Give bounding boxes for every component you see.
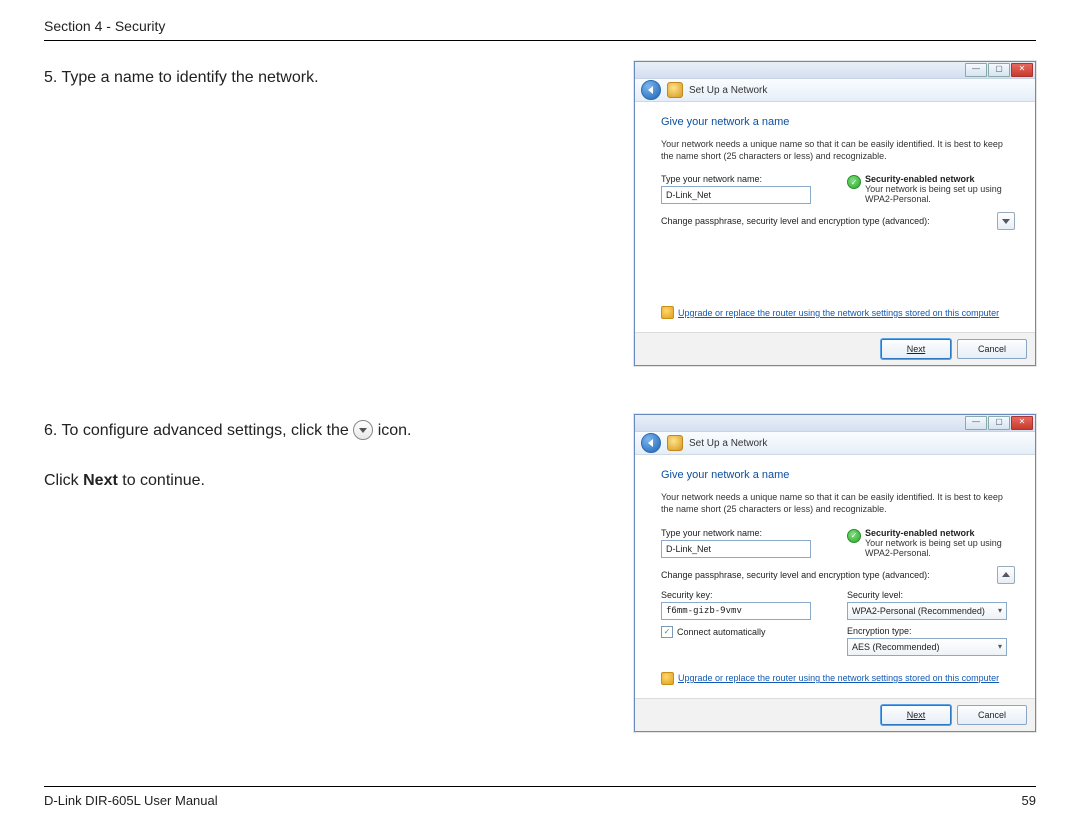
- advanced-label: Change passphrase, security level and en…: [661, 216, 930, 226]
- shield-icon: [847, 529, 861, 543]
- back-icon[interactable]: [641, 433, 661, 453]
- step6-click-text: Click Next to continue.: [44, 468, 614, 494]
- security-status-title: Security-enabled network: [865, 528, 1015, 538]
- minimize-button[interactable]: —: [965, 416, 987, 430]
- collapse-advanced-button[interactable]: [997, 566, 1015, 584]
- back-icon[interactable]: [641, 80, 661, 100]
- upgrade-link[interactable]: Upgrade or replace the router using the …: [661, 306, 999, 319]
- encryption-select[interactable]: AES (Recommended): [847, 638, 1007, 656]
- expand-advanced-button[interactable]: [997, 212, 1015, 230]
- security-level-label: Security level:: [847, 590, 1015, 600]
- upgrade-link-text: Upgrade or replace the router using the …: [678, 673, 999, 683]
- titlebar: — ▢ ✕: [635, 62, 1035, 79]
- dialog-heading: Give your network a name: [661, 469, 1015, 481]
- dialog-expanded: — ▢ ✕ Set Up a Network Give your network…: [634, 414, 1036, 731]
- name-label: Type your network name:: [661, 528, 829, 538]
- security-status-sub: Your network is being set up using WPA2-…: [865, 184, 1015, 204]
- advanced-label: Change passphrase, security level and en…: [661, 570, 930, 580]
- shield-icon: [847, 175, 861, 189]
- next-button[interactable]: Next: [881, 339, 951, 359]
- encryption-label: Encryption type:: [847, 626, 1015, 636]
- section-header: Section 4 - Security: [44, 18, 1036, 41]
- upgrade-link-text: Upgrade or replace the router using the …: [678, 308, 999, 318]
- connect-auto-label: Connect automatically: [677, 627, 766, 637]
- close-button[interactable]: ✕: [1011, 416, 1033, 430]
- close-button[interactable]: ✕: [1011, 63, 1033, 77]
- chevron-down-icon: [353, 420, 373, 440]
- security-status-sub: Your network is being set up using WPA2-…: [865, 538, 1015, 558]
- minimize-button[interactable]: —: [965, 63, 987, 77]
- dialog-desc: Your network needs a unique name so that…: [661, 138, 1015, 162]
- page-number: 59: [1022, 793, 1036, 808]
- router-icon: [667, 435, 683, 451]
- security-key-label: Security key:: [661, 590, 829, 600]
- network-name-input[interactable]: D-Link_Net: [661, 186, 811, 204]
- titlebar: — ▢ ✕: [635, 415, 1035, 432]
- router-icon: [667, 82, 683, 98]
- security-key-input[interactable]: f6mm-gizb-9vmv: [661, 602, 811, 620]
- step5-text: 5. Type a name to identify the network.: [44, 65, 614, 91]
- maximize-button[interactable]: ▢: [988, 63, 1010, 77]
- shield-small-icon: [661, 672, 674, 685]
- step6-text: 6. To configure advanced settings, click…: [44, 418, 614, 444]
- dialog-title: Set Up a Network: [689, 85, 767, 96]
- dialog-desc: Your network needs a unique name so that…: [661, 491, 1015, 515]
- shield-small-icon: [661, 306, 674, 319]
- cancel-button[interactable]: Cancel: [957, 339, 1027, 359]
- maximize-button[interactable]: ▢: [988, 416, 1010, 430]
- network-name-input[interactable]: D-Link_Net: [661, 540, 811, 558]
- upgrade-link[interactable]: Upgrade or replace the router using the …: [661, 672, 999, 685]
- dialog-heading: Give your network a name: [661, 116, 1015, 128]
- dialog-collapsed: — ▢ ✕ Set Up a Network Give your network…: [634, 61, 1036, 366]
- name-label: Type your network name:: [661, 174, 829, 184]
- next-button[interactable]: Next: [881, 705, 951, 725]
- connect-auto-checkbox[interactable]: ✓ Connect automatically: [661, 626, 766, 638]
- manual-title: D-Link DIR-605L User Manual: [44, 793, 218, 808]
- security-level-select[interactable]: WPA2-Personal (Recommended): [847, 602, 1007, 620]
- security-status-title: Security-enabled network: [865, 174, 1015, 184]
- cancel-button[interactable]: Cancel: [957, 705, 1027, 725]
- dialog-title: Set Up a Network: [689, 438, 767, 449]
